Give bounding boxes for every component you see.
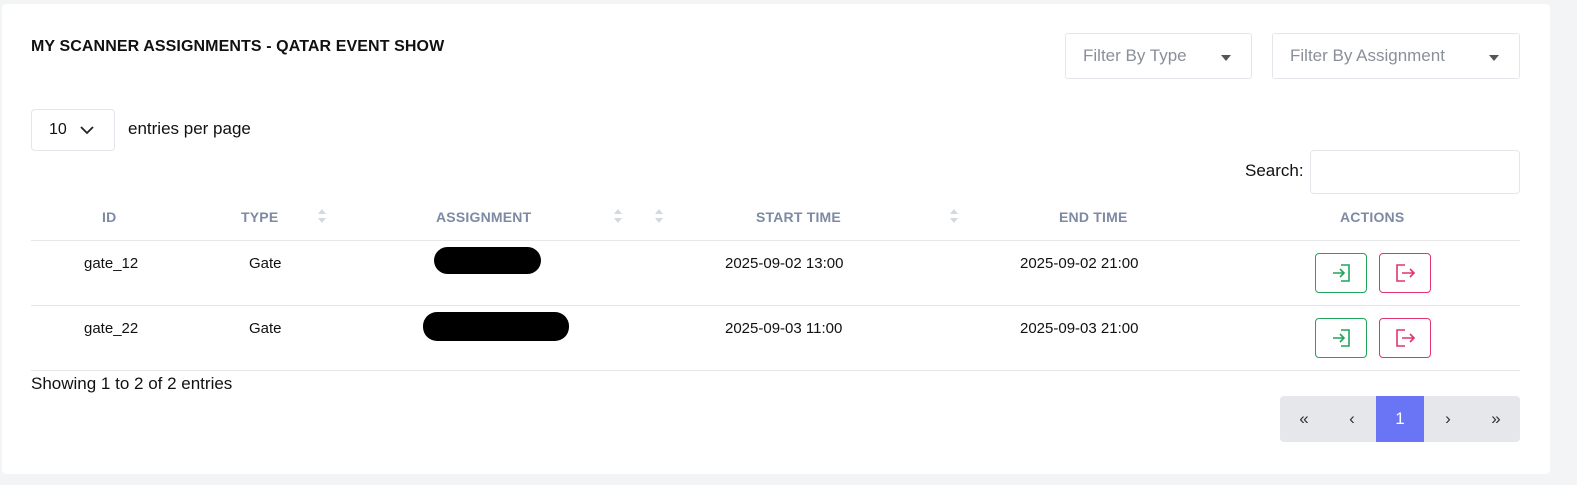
table-divider xyxy=(31,370,1520,371)
chevron-down-icon xyxy=(80,126,94,135)
sign-out-icon xyxy=(1396,264,1416,282)
column-header-assignment[interactable]: ASSIGNMENT xyxy=(436,209,531,225)
search-input[interactable] xyxy=(1310,150,1520,194)
cell-type: Gate xyxy=(249,320,282,337)
filter-by-assignment-placeholder: Filter By Assignment xyxy=(1290,46,1445,65)
filter-by-type-select[interactable]: Filter By Type xyxy=(1065,33,1252,79)
filter-by-assignment-select[interactable]: Filter By Assignment xyxy=(1272,33,1520,79)
cell-id: gate_22 xyxy=(84,320,139,337)
sort-icon[interactable] xyxy=(949,207,959,225)
cell-end-time: 2025-09-02 21:00 xyxy=(1020,255,1139,272)
cell-end-time: 2025-09-03 21:00 xyxy=(1020,320,1139,337)
sort-icon[interactable] xyxy=(613,207,623,225)
cell-start-time: 2025-09-03 11:00 xyxy=(725,320,843,337)
table-info: Showing 1 to 2 of 2 entries xyxy=(31,374,233,393)
cell-start-time: 2025-09-02 13:00 xyxy=(725,255,844,272)
table-divider xyxy=(31,305,1520,306)
table-divider xyxy=(31,240,1520,241)
pagination-last[interactable]: » xyxy=(1472,396,1520,442)
check-in-button[interactable] xyxy=(1315,253,1367,293)
sort-icon[interactable] xyxy=(317,207,327,225)
sort-icon[interactable] xyxy=(654,207,664,225)
entries-per-page-label: entries per page xyxy=(128,119,251,138)
pagination-first[interactable]: « xyxy=(1280,396,1328,442)
column-header-start-time[interactable]: START TIME xyxy=(756,209,841,225)
sign-in-icon xyxy=(1333,329,1350,347)
check-out-button[interactable] xyxy=(1379,253,1431,293)
redacted-assignment xyxy=(434,247,541,274)
entries-per-page-select[interactable]: 10 xyxy=(31,109,115,151)
pagination-next[interactable]: › xyxy=(1424,396,1472,442)
cell-type: Gate xyxy=(249,255,282,272)
cell-id: gate_12 xyxy=(84,255,139,272)
check-out-button[interactable] xyxy=(1379,318,1431,358)
pagination-prev[interactable]: ‹ xyxy=(1328,396,1376,442)
filter-by-type-placeholder: Filter By Type xyxy=(1083,46,1187,65)
caret-down-icon xyxy=(1221,55,1231,61)
pagination: « ‹ 1 › » xyxy=(1280,396,1520,442)
page-title: MY SCANNER ASSIGNMENTS - QATAR EVENT SHO… xyxy=(31,38,445,55)
entries-per-page-value: 10 xyxy=(49,121,67,138)
sign-in-icon xyxy=(1333,264,1350,282)
column-header-end-time[interactable]: END TIME xyxy=(1059,209,1128,225)
check-in-button[interactable] xyxy=(1315,318,1367,358)
search-label: Search: xyxy=(1245,161,1304,180)
pagination-page-1[interactable]: 1 xyxy=(1376,396,1424,442)
redacted-assignment xyxy=(423,312,569,341)
column-header-type[interactable]: TYPE xyxy=(241,209,278,225)
caret-down-icon xyxy=(1489,55,1499,61)
sign-out-icon xyxy=(1396,329,1416,347)
column-header-actions: ACTIONS xyxy=(1340,209,1405,225)
column-header-id[interactable]: ID xyxy=(102,209,116,225)
